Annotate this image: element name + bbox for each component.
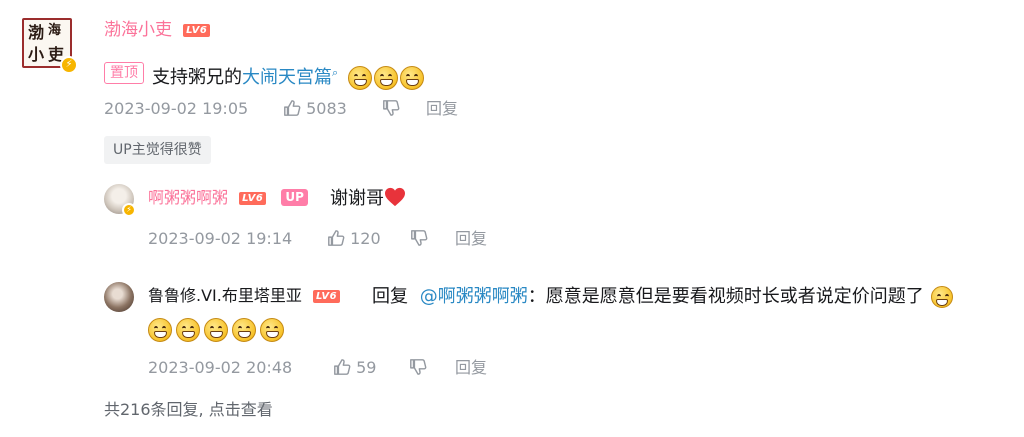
thumbs-up-icon (334, 359, 351, 375)
like-button[interactable]: 5083 (283, 99, 347, 119)
heart-icon (385, 187, 405, 207)
pinned-badge: 置顶 (104, 62, 144, 84)
search-icon[interactable]: ⌕ (332, 66, 338, 79)
comment-date: 2023-09-02 19:05 (104, 99, 249, 118)
dislike-button[interactable] (409, 358, 427, 378)
level-badge: LV6 (239, 192, 267, 205)
reply-meta: 2023-09-02 19:14 (148, 229, 292, 249)
thumbs-down-icon (383, 100, 400, 116)
thumbs-down-icon (411, 230, 428, 246)
topic-link[interactable]: 大闹天宫篇 (242, 67, 332, 88)
grin-emoji (260, 318, 284, 342)
grin-emoji (176, 318, 200, 342)
grin-emoji (204, 318, 228, 342)
reply-meta: 2023-09-02 20:48 (148, 358, 292, 378)
dislike-button[interactable] (382, 99, 400, 119)
reply-date: 2023-09-02 19:14 (148, 229, 293, 248)
reply-username[interactable]: 啊粥粥啊粥 (148, 188, 228, 207)
like-count: 59 (356, 358, 377, 377)
thumbs-up-icon (284, 100, 301, 116)
reply-content: 回复 @啊粥粥啊粥：愿意是愿意但是要看视频时长或者说定价问题了 (372, 285, 954, 309)
emoji-row (148, 318, 284, 342)
like-button[interactable]: 59 (333, 358, 376, 378)
reply-prefix: 回复 (372, 286, 408, 307)
comment-content: 支持粥兄的大闹天宫篇⌕ (152, 61, 424, 90)
mention-link[interactable]: @啊粥粥啊粥 (420, 286, 528, 307)
grin-emoji (399, 66, 424, 90)
reply-header: 鲁鲁修.VI.布里塔里亚 LV6 (148, 286, 341, 306)
reply-content: 谢谢哥 (330, 187, 406, 211)
reply-avatar[interactable] (104, 282, 134, 312)
reply-header: 啊粥粥啊粥 LV6 UP (148, 188, 308, 208)
avatar-char: 海 (48, 23, 62, 38)
like-count: 120 (350, 229, 381, 248)
reply-text: ：愿意是愿意但是要看视频时长或者说定价问题了 (527, 286, 924, 307)
thumbs-down-icon (410, 359, 427, 375)
reply-button[interactable]: 回复 (455, 358, 487, 378)
level-badge: LV6 (183, 24, 211, 37)
thumbs-up-icon (328, 230, 345, 246)
avatar-char: 渤 (28, 23, 45, 42)
grin-emoji (373, 66, 398, 90)
like-button[interactable]: 120 (327, 229, 381, 249)
up-badge: UP (281, 189, 308, 206)
vip-badge-icon: ⚡ (122, 203, 136, 217)
grin-emoji (148, 318, 172, 342)
reply-button[interactable]: 回复 (455, 229, 487, 249)
comment-text: 支持粥兄的 (152, 67, 242, 88)
level-badge: LV6 (312, 290, 341, 303)
reply-button[interactable]: 回复 (426, 99, 458, 119)
up-liked-tag: UP主觉得很赞 (104, 136, 211, 164)
grin-emoji (347, 66, 372, 90)
vip-badge-icon: ⚡ (60, 56, 78, 74)
grin-emoji (232, 318, 256, 342)
comment-meta: 2023-09-02 19:05 (104, 99, 248, 119)
like-count: 5083 (306, 99, 347, 118)
reply-text: 谢谢哥 (330, 188, 384, 209)
more-replies-link[interactable]: 共216条回复, 点击查看 (104, 396, 273, 420)
reply-date: 2023-09-02 20:48 (148, 358, 293, 377)
avatar-char: 小 (28, 45, 45, 64)
comment-header: 渤海小吏 LV6 (104, 20, 211, 40)
username[interactable]: 渤海小吏 (104, 20, 172, 40)
grin-emoji (931, 286, 954, 308)
reply-username[interactable]: 鲁鲁修.VI.布里塔里亚 (148, 286, 302, 305)
dislike-button[interactable] (410, 229, 428, 249)
